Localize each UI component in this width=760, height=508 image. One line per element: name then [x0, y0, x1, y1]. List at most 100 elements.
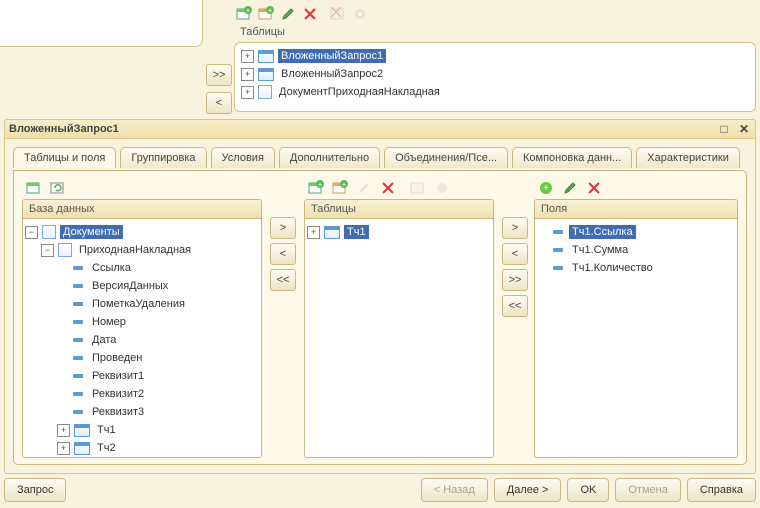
ok-button[interactable]: OK [567, 478, 609, 502]
refresh-icon[interactable] [48, 178, 68, 198]
list-item[interactable]: + Тч1 [307, 223, 491, 241]
add-table-icon[interactable]: + [306, 178, 326, 198]
field-icon [73, 392, 83, 396]
tree-node[interactable]: Дата [25, 331, 259, 349]
top-tables-tree[interactable]: + ВложенныйЗапрос1 + ВложенныйЗапрос2 + … [234, 42, 756, 112]
list-item[interactable]: Тч1.Сумма [537, 241, 735, 259]
field-label: Проведен [89, 351, 145, 365]
replace-icon [408, 178, 428, 198]
expand-icon[interactable]: + [241, 86, 254, 99]
panel-titlebar: ВложенныйЗапрос1 □ ✕ [4, 119, 756, 139]
tree-node-label: ВложенныйЗапрос2 [278, 67, 386, 81]
collapse-icon[interactable]: − [25, 226, 38, 239]
move-right-all-button[interactable]: >> [502, 269, 528, 291]
fields-header: Поля [534, 199, 738, 219]
tab-conditions[interactable]: Условия [211, 147, 275, 168]
edit-icon [354, 178, 374, 198]
move-left-button[interactable]: < [206, 92, 232, 114]
move-left-button[interactable]: < [502, 243, 528, 265]
delete-field-icon[interactable] [584, 178, 604, 198]
tree-node[interactable]: Реквизит3 [25, 403, 259, 421]
field-icon [73, 284, 83, 288]
fields-list[interactable]: Тч1.Ссылка Тч1.Сумма Тч1.Количество [534, 219, 738, 458]
cancel-button: Отмена [615, 478, 680, 502]
edit-icon[interactable] [278, 4, 298, 24]
delete-icon[interactable] [300, 4, 320, 24]
tree-node[interactable]: ПометкаУдаления [25, 295, 259, 313]
tree-node[interactable]: Ссылка [25, 259, 259, 277]
tab-tables-fields[interactable]: Таблицы и поля [13, 147, 116, 168]
svg-text:+: + [246, 6, 251, 15]
tables-header: Таблицы [304, 199, 494, 219]
expand-icon[interactable]: + [57, 442, 70, 455]
list-item[interactable]: Тч1.Количество [537, 259, 735, 277]
field-label: Реквизит3 [89, 405, 147, 419]
tabular-icon [74, 442, 90, 455]
tab-characteristics[interactable]: Характеристики [636, 147, 740, 168]
document-icon [58, 243, 72, 257]
table-row[interactable]: + ВложенныйЗапрос2 [241, 65, 749, 83]
tree-node[interactable]: Проведен [25, 349, 259, 367]
replace-table-icon [328, 4, 348, 24]
move-left-all-button[interactable]: << [502, 295, 528, 317]
footer-bar: Запрос < Назад Далее > OK Отмена Справка [4, 478, 756, 502]
field-icon [553, 230, 563, 234]
field-icon [73, 374, 83, 378]
table-row[interactable]: + ДокументПриходнаяНакладная [241, 83, 749, 101]
expand-icon[interactable]: + [241, 68, 254, 81]
move-right2-button[interactable]: >> [206, 64, 232, 86]
tree-node[interactable]: − ПриходнаяНакладная [25, 241, 259, 259]
move-right-button[interactable]: > [502, 217, 528, 239]
next-button[interactable]: Далее > [494, 478, 562, 502]
tabular-icon [74, 424, 90, 437]
new-query-icon[interactable] [24, 178, 44, 198]
expand-icon[interactable]: + [307, 226, 320, 239]
expand-icon[interactable]: + [241, 50, 254, 63]
db-tree[interactable]: − Документы − ПриходнаяНакладная Ссылка … [22, 219, 262, 458]
add-table-icon[interactable]: + [234, 4, 254, 24]
tab-layout[interactable]: Компоновка данн... [512, 147, 632, 168]
move-right-button[interactable]: > [270, 217, 296, 239]
expand-icon[interactable]: + [57, 424, 70, 437]
help-button[interactable]: Справка [687, 478, 756, 502]
maximize-icon[interactable]: □ [717, 122, 731, 136]
tree-node[interactable]: Реквизит1 [25, 367, 259, 385]
delete-icon[interactable] [378, 178, 398, 198]
field-label: Ссылка [89, 261, 134, 275]
collapse-icon[interactable]: − [41, 244, 54, 257]
field-icon [73, 338, 83, 342]
table-row[interactable]: + ВложенныйЗапрос1 [241, 47, 749, 65]
tree-node-label: Документы [60, 225, 123, 239]
tables-list[interactable]: + Тч1 [304, 219, 494, 458]
move-left-all-button[interactable]: << [270, 269, 296, 291]
edit-field-icon[interactable] [560, 178, 580, 198]
close-icon[interactable]: ✕ [737, 122, 751, 136]
top-tables-label: Таблицы [240, 26, 285, 38]
db-header: База данных [22, 199, 262, 219]
add-nested-icon[interactable]: + [330, 178, 350, 198]
svg-text:+: + [342, 180, 347, 189]
tpart-label: Тч1 [94, 423, 119, 437]
table-icon [258, 68, 274, 81]
tree-node[interactable]: ВерсияДанных [25, 277, 259, 295]
field-icon [553, 266, 563, 270]
field-label: Тч1.Количество [569, 261, 656, 275]
back-button: < Назад [421, 478, 488, 502]
document-icon [258, 85, 272, 99]
tree-node[interactable]: + Тч2 [25, 439, 259, 457]
tpart-label: Тч2 [94, 441, 119, 455]
tree-node[interactable]: Реквизит2 [25, 385, 259, 403]
query-button[interactable]: Запрос [4, 478, 66, 502]
fields-toolbar: + [534, 177, 738, 199]
tree-node[interactable]: − Документы [25, 223, 259, 241]
tab-additional[interactable]: Дополнительно [279, 147, 380, 168]
add-field-icon[interactable]: + [536, 178, 556, 198]
tree-node[interactable]: + Тч1 [25, 421, 259, 439]
tree-node[interactable]: Номер [25, 313, 259, 331]
tab-unions[interactable]: Объединения/Псе... [384, 147, 508, 168]
add-nested-icon[interactable]: + [256, 4, 276, 24]
table-icon [324, 226, 340, 239]
move-left-button[interactable]: < [270, 243, 296, 265]
tab-grouping[interactable]: Группировка [120, 147, 206, 168]
list-item[interactable]: Тч1.Ссылка [537, 223, 735, 241]
